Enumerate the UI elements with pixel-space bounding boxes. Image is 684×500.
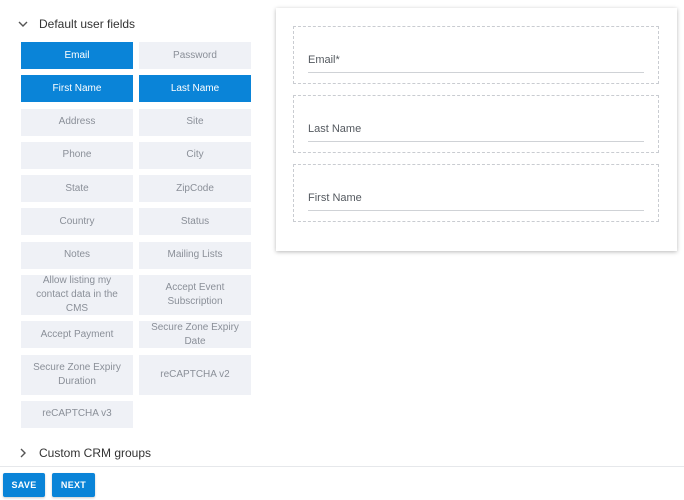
field-button-address[interactable]: Address (21, 108, 133, 136)
chevron-down-icon (16, 17, 30, 31)
field-button-zipcode[interactable]: ZipCode (139, 175, 251, 203)
save-button[interactable]: SAVE (3, 473, 45, 497)
form-preview-card: Email* Last Name First Name (276, 8, 677, 251)
field-button-city[interactable]: City (139, 141, 251, 169)
field-button-email[interactable]: Email (21, 42, 133, 69)
footer-divider (0, 466, 684, 467)
form-field-underline (308, 72, 644, 73)
field-button-country[interactable]: Country (21, 208, 133, 236)
field-button-secure-zone-expiry-date[interactable]: Secure Zone Expiry Date (139, 321, 251, 349)
next-button[interactable]: NEXT (52, 473, 95, 497)
field-button-status[interactable]: Status (139, 208, 251, 236)
field-button-last-name[interactable]: Last Name (139, 75, 251, 103)
field-button-recaptcha-v3[interactable]: reCAPTCHA v3 (21, 400, 133, 428)
field-button-state[interactable]: State (21, 175, 133, 203)
field-button-accept-event-subscription[interactable]: Accept Event Subscription (139, 275, 251, 316)
form-field-underline (308, 141, 644, 142)
field-button-password[interactable]: Password (139, 42, 251, 69)
section-title: Custom CRM groups (39, 446, 152, 460)
form-preview-field-last-name[interactable]: Last Name (293, 95, 659, 153)
form-field-label: Email* (308, 54, 340, 66)
field-button-secure-zone-expiry-duration[interactable]: Secure Zone Expiry Duration (21, 354, 133, 395)
field-button-accept-payment[interactable]: Accept Payment (21, 321, 133, 349)
field-button-recaptcha-v2[interactable]: reCAPTCHA v2 (139, 354, 251, 395)
form-preview-field-email[interactable]: Email* (293, 26, 659, 84)
field-button-mailing-lists[interactable]: Mailing Lists (139, 241, 251, 269)
form-field-label: Last Name (308, 123, 362, 135)
form-field-label: First Name (308, 192, 362, 204)
field-button-notes[interactable]: Notes (21, 241, 133, 269)
field-grid: Email Password First Name Last Name Addr… (21, 42, 251, 434)
default-user-fields-toggle[interactable]: Default user fields (16, 17, 135, 31)
custom-crm-groups-toggle[interactable]: Custom CRM groups (16, 446, 151, 460)
field-button-first-name[interactable]: First Name (21, 75, 133, 103)
form-field-underline (308, 210, 644, 211)
field-button-phone[interactable]: Phone (21, 141, 133, 169)
field-button-site[interactable]: Site (139, 108, 251, 136)
form-preview-field-first-name[interactable]: First Name (293, 164, 659, 222)
field-button-allow-listing[interactable]: Allow listing my contact data in the CMS (21, 275, 133, 316)
chevron-right-icon (16, 446, 30, 460)
section-title: Default user fields (39, 17, 136, 31)
